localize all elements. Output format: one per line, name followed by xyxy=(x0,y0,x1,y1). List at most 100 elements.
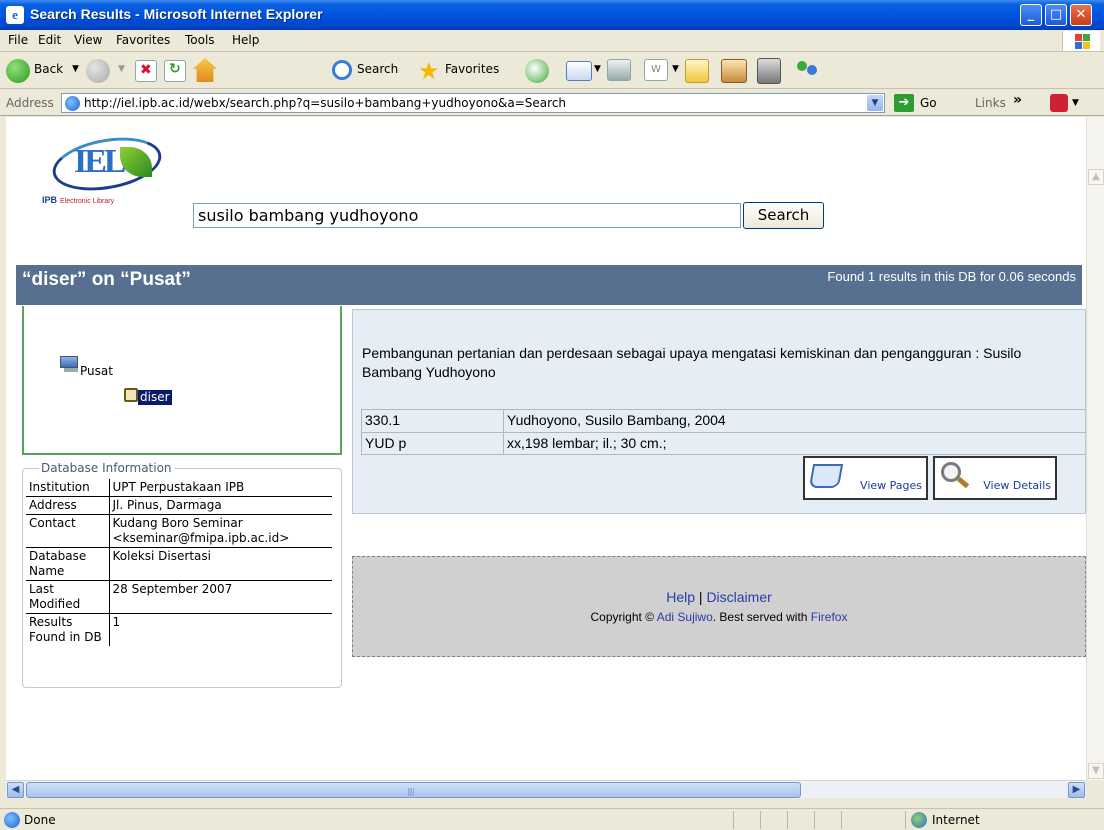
print-icon[interactable] xyxy=(607,59,631,81)
web-page: IEL IPBElectronic Library Search “diser”… xyxy=(6,117,1086,780)
favorites-label[interactable]: Favorites xyxy=(445,62,499,76)
refresh-icon[interactable]: ↻ xyxy=(164,60,186,82)
book-icon xyxy=(124,388,138,402)
extra-dropdown-icon[interactable]: ▼ xyxy=(1072,98,1079,108)
page-icon xyxy=(65,96,80,111)
mail-icon[interactable] xyxy=(566,61,592,81)
favorites-star-icon[interactable]: ★ xyxy=(418,57,440,85)
call-suffix: YUD p xyxy=(361,431,504,455)
table-row: Contact Kudang Boro Seminar <kseminar@fmi… xyxy=(26,514,332,548)
menu-tools[interactable]: Tools xyxy=(185,33,215,47)
disclaimer-link[interactable]: Disclaimer xyxy=(706,589,771,605)
tree-node-diser[interactable]: diser xyxy=(138,390,172,405)
result-details-table: 330.1 Yudhoyono, Susilo Bambang, 2004 YUD… xyxy=(361,409,1086,455)
scroll-corner xyxy=(1086,780,1104,798)
links-label[interactable]: Links xyxy=(975,96,1006,110)
menu-edit[interactable]: Edit xyxy=(38,33,61,47)
stop-icon[interactable]: ✖ xyxy=(135,60,157,82)
messenger-icon[interactable] xyxy=(757,58,781,84)
back-arrow-icon[interactable] xyxy=(6,59,30,83)
horizontal-scroll-thumb[interactable]: |||| xyxy=(26,782,801,798)
result-author: Yudhoyono, Susilo Bambang, 2004 xyxy=(503,409,1086,433)
window-title: Search Results - Microsoft Internet Expl… xyxy=(30,6,323,22)
go-button[interactable]: Go xyxy=(920,96,937,110)
back-dropdown-icon[interactable]: ▼ xyxy=(72,64,79,74)
window-frame-bottom xyxy=(0,798,1104,808)
minimize-button[interactable]: _ xyxy=(1020,4,1042,26)
maximize-button[interactable]: □ xyxy=(1045,4,1067,26)
menu-favorites[interactable]: Favorites xyxy=(116,33,170,47)
scroll-right-icon[interactable]: ▶ xyxy=(1068,782,1085,798)
home-icon[interactable] xyxy=(193,58,217,82)
contacts-icon[interactable] xyxy=(795,59,821,83)
forward-arrow-icon[interactable] xyxy=(86,59,110,83)
scroll-down-icon[interactable]: ▼ xyxy=(1088,763,1104,779)
address-url[interactable]: http://iel.ipb.ac.id/webx/search.php?q=s… xyxy=(84,96,566,110)
database-info-table: Institution UPT Perpustakaan IPB Address J… xyxy=(26,479,332,646)
database-info-legend: Database Information xyxy=(39,461,174,475)
security-zone-label: Internet xyxy=(932,813,980,827)
address-label: Address xyxy=(6,96,54,110)
search-icon[interactable] xyxy=(332,60,352,80)
database-title: “diser” on “Pusat” xyxy=(22,269,191,290)
menu-view[interactable]: View xyxy=(74,33,102,47)
menu-help[interactable]: Help xyxy=(232,33,259,47)
vertical-scrollbar[interactable]: ▲ ▼ xyxy=(1086,168,1104,780)
table-row: Database Name Koleksi Disertasi xyxy=(26,547,332,581)
discuss-icon[interactable] xyxy=(685,59,709,83)
history-icon[interactable] xyxy=(525,59,549,83)
view-details-button[interactable]: View Details xyxy=(933,456,1057,500)
toolbar-extra-icon[interactable] xyxy=(1050,94,1068,112)
copyright-middle: . Best served with xyxy=(712,610,811,624)
search-input[interactable] xyxy=(193,203,741,228)
table-row: Institution UPT Perpustakaan IPB xyxy=(26,479,332,497)
tree-node-pusat[interactable]: Pusat xyxy=(80,364,113,378)
vertical-scrollbar-top xyxy=(1086,117,1104,168)
table-row: Last Modified 28 September 2007 xyxy=(26,580,332,614)
search-button[interactable]: Search xyxy=(743,202,824,229)
table-row: Address Jl. Pinus, Darmaga xyxy=(26,496,332,515)
computer-icon xyxy=(60,356,78,372)
forward-dropdown-icon[interactable]: ▼ xyxy=(118,64,125,74)
scroll-up-icon[interactable]: ▲ xyxy=(1088,169,1104,185)
mail-dropdown-icon[interactable]: ▼ xyxy=(594,64,601,74)
view-pages-button[interactable]: View Pages xyxy=(803,456,928,500)
database-information-panel: Database Information Institution UPT Perp… xyxy=(22,461,342,688)
internet-zone-icon xyxy=(911,812,927,828)
search-label[interactable]: Search xyxy=(357,62,398,76)
address-field[interactable]: http://iel.ipb.ac.id/webx/search.php?q=s… xyxy=(61,93,885,113)
database-tree: Pusat diser xyxy=(22,306,342,455)
page-footer: Help | Disclaimer Copyright © Adi Sujiwo… xyxy=(352,556,1086,657)
copyright-prefix: Copyright © xyxy=(590,610,657,624)
author-link[interactable]: Adi Sujiwo xyxy=(657,610,713,624)
help-link[interactable]: Help xyxy=(666,589,695,605)
edit-dropdown-icon[interactable]: ▼ xyxy=(672,64,679,74)
close-button[interactable]: ✕ xyxy=(1070,4,1092,26)
status-bar: Done Internet xyxy=(0,808,1104,830)
address-bar: Address http://iel.ipb.ac.id/webx/search… xyxy=(0,90,1104,116)
edit-icon[interactable]: W xyxy=(644,59,668,81)
page-status-icon xyxy=(4,812,20,828)
windows-logo-icon xyxy=(1062,31,1100,51)
research-icon[interactable] xyxy=(721,59,747,83)
scroll-left-icon[interactable]: ◀ xyxy=(7,782,24,798)
firefox-link[interactable]: Firefox xyxy=(811,610,848,624)
search-result: Pembangunan pertanian dan perdesaan seba… xyxy=(352,309,1086,514)
open-book-icon xyxy=(808,464,844,488)
go-arrow-icon[interactable]: ➔ xyxy=(894,94,914,112)
address-dropdown-icon[interactable]: ▼ xyxy=(867,95,883,111)
footer-separator: | xyxy=(695,589,707,605)
result-description: xx,198 lembar; il.; 30 cm.; xyxy=(503,431,1086,455)
status-text: Done xyxy=(24,813,56,827)
result-title[interactable]: Pembangunan pertanian dan perdesaan seba… xyxy=(362,344,1062,382)
back-label[interactable]: Back xyxy=(34,62,63,76)
menu-file[interactable]: File xyxy=(8,33,28,47)
title-bar: e Search Results - Microsoft Internet Ex… xyxy=(0,0,1104,30)
database-header: “diser” on “Pusat” Found 1 results in th… xyxy=(16,265,1082,305)
call-number: 330.1 xyxy=(361,409,504,433)
ipb-elibrary-logo[interactable]: IEL IPB Electronic Library xyxy=(40,125,178,207)
menu-bar: File Edit View Favorites Tools Help xyxy=(0,30,1104,52)
chevron-right-icon[interactable]: » xyxy=(1013,92,1022,108)
horizontal-scrollbar[interactable]: ◀ |||| ▶ xyxy=(6,780,1086,798)
standard-toolbar: Back ▼ ▼ ✖ ↻ Search ★ Favorites ▼ W ▼ xyxy=(0,53,1104,89)
